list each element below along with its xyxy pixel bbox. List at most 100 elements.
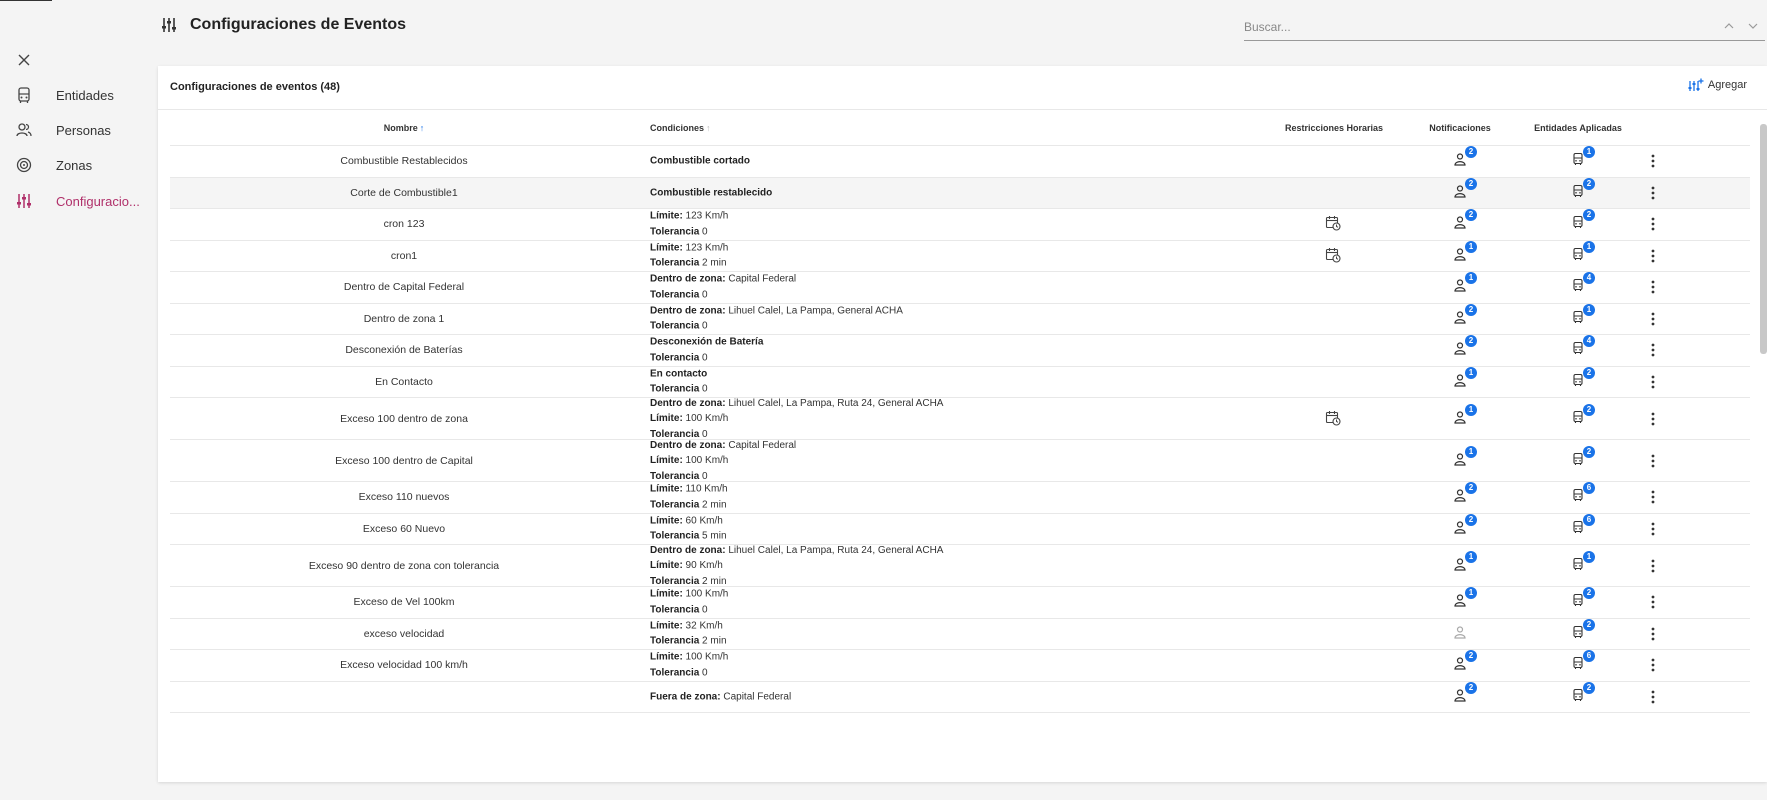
- notifications-button[interactable]: 1: [1453, 550, 1477, 575]
- row-actions-button[interactable]: [1646, 558, 1660, 574]
- event-name: cron 123: [383, 218, 425, 231]
- notifications-button[interactable]: 2: [1453, 513, 1477, 538]
- applied-entities-button[interactable]: 2: [1571, 209, 1595, 233]
- scrollbar[interactable]: [1760, 124, 1767, 354]
- table-row[interactable]: Dentro de Capital Federal Dentro de zona:…: [170, 272, 1750, 304]
- applied-entities-button[interactable]: 6: [1571, 650, 1595, 674]
- notifications-button[interactable]: [1453, 625, 1471, 643]
- applied-entities-button[interactable]: 2: [1571, 366, 1595, 391]
- notifications-button[interactable]: 1: [1453, 240, 1477, 265]
- table-row[interactable]: Corte de Combustible1 Combustible restabl…: [170, 177, 1750, 209]
- condition-line: Combustible cortado: [650, 154, 750, 170]
- applied-entities-button[interactable]: 1: [1571, 146, 1595, 170]
- applied-entities-button[interactable]: 6: [1571, 482, 1595, 506]
- row-actions-button[interactable]: [1646, 374, 1660, 390]
- search-prev-button[interactable]: [1722, 19, 1736, 33]
- applied-entities-button[interactable]: 2: [1571, 681, 1595, 706]
- row-actions-button[interactable]: [1646, 489, 1660, 505]
- notifications-button[interactable]: 2: [1453, 303, 1477, 328]
- table-row[interactable]: Fuera de zona: Capital Federal 2 2: [170, 681, 1750, 713]
- row-actions-button[interactable]: [1646, 279, 1660, 295]
- applied-entities-button[interactable]: 2: [1571, 177, 1595, 202]
- column-header-nombre[interactable]: Nombre ↑: [384, 123, 425, 133]
- table-row[interactable]: En Contacto En contacto Tolerancia 0 1 2: [170, 366, 1750, 398]
- sidebar-item-personas[interactable]: Personas: [0, 113, 150, 147]
- sidebar-item-entidades[interactable]: Entidades: [0, 78, 150, 112]
- table-row[interactable]: exceso velocidad Límite: 32 Km/h Toleranci…: [170, 618, 1750, 650]
- condition-line: Tolerancia 0: [650, 665, 728, 681]
- time-restriction-button[interactable]: [1325, 410, 1343, 428]
- column-header-condiciones[interactable]: Condiciones ↑: [650, 123, 711, 133]
- row-actions-button[interactable]: [1646, 185, 1660, 201]
- row-actions-button[interactable]: [1646, 248, 1660, 264]
- notifications-button[interactable]: 1: [1453, 366, 1477, 391]
- notifications-button[interactable]: 2: [1453, 177, 1477, 202]
- notifications-button[interactable]: 1: [1453, 445, 1477, 470]
- row-actions-button[interactable]: [1646, 657, 1660, 673]
- table-row[interactable]: Combustible Restablecidos Combustible cor…: [170, 146, 1750, 178]
- notifications-button[interactable]: 2: [1453, 146, 1477, 170]
- applied-entities-button[interactable]: 2: [1571, 618, 1595, 643]
- notifications-button[interactable]: 2: [1453, 650, 1477, 674]
- table-row[interactable]: Exceso 100 dentro de zona Dentro de zona:…: [170, 397, 1750, 440]
- time-restriction-button[interactable]: [1325, 247, 1343, 265]
- row-actions-button[interactable]: [1646, 342, 1660, 358]
- table-row[interactable]: cron 123 Límite: 123 Km/h Tolerancia 022: [170, 209, 1750, 241]
- table-row[interactable]: Exceso 90 dentro de zona con tolerancia D…: [170, 542, 1750, 587]
- applied-entities-button[interactable]: 2: [1571, 445, 1595, 470]
- notifications-button[interactable]: 1: [1453, 587, 1477, 611]
- table-row[interactable]: Exceso 110 nuevos Límite: 110 Km/h Toleran…: [170, 482, 1750, 514]
- sidebar: Entidades Personas Zonas Configuracio...: [0, 0, 150, 800]
- notifications-button[interactable]: 2: [1453, 209, 1477, 233]
- row-actions-button[interactable]: [1646, 626, 1660, 642]
- column-header-notificaciones[interactable]: Notificaciones: [1429, 123, 1491, 133]
- applied-entities-button[interactable]: 1: [1571, 240, 1595, 265]
- row-actions-button[interactable]: [1646, 594, 1660, 610]
- applied-entities-button[interactable]: 1: [1571, 550, 1595, 575]
- table-row[interactable]: Desconexión de Baterías Desconexión de Ba…: [170, 335, 1750, 367]
- event-configurations-card: Configuraciones de eventos (48) Agregar …: [158, 66, 1767, 782]
- column-header-entidades[interactable]: Entidades Aplicadas: [1534, 123, 1622, 133]
- condition-line: Dentro de zona: Lihuel Calel, La Pampa, …: [650, 542, 943, 558]
- row-actions-button[interactable]: [1646, 311, 1660, 327]
- applied-entities-button[interactable]: 4: [1571, 272, 1595, 296]
- applied-entities-button[interactable]: 2: [1571, 403, 1595, 428]
- applied-entities-button[interactable]: 1: [1571, 303, 1595, 328]
- table-row[interactable]: Exceso velocidad 100 km/h Límite: 100 Km/…: [170, 650, 1750, 682]
- condition-value: 100 Km/h: [682, 454, 729, 466]
- card-header: Configuraciones de eventos (48) Agregar: [158, 66, 1767, 110]
- sidebar-item-zonas[interactable]: Zonas: [0, 148, 150, 182]
- table-row[interactable]: Exceso 100 dentro de Capital Dentro de zo…: [170, 439, 1750, 482]
- notifications-button[interactable]: 2: [1453, 482, 1477, 506]
- time-restriction-button[interactable]: [1325, 215, 1343, 233]
- notifications-button[interactable]: 2: [1453, 681, 1477, 706]
- condition-key: Tolerancia: [650, 352, 700, 364]
- table-row[interactable]: Exceso de Vel 100km Límite: 100 Km/h Toler…: [170, 587, 1750, 619]
- notifications-button[interactable]: 1: [1453, 272, 1477, 296]
- applied-entities-button[interactable]: 2: [1571, 587, 1595, 611]
- search-next-button[interactable]: [1746, 19, 1760, 33]
- row-actions-button[interactable]: [1646, 411, 1660, 427]
- notifications-button[interactable]: 1: [1453, 403, 1477, 428]
- row-actions-button[interactable]: [1646, 689, 1660, 705]
- applied-entities-button[interactable]: 4: [1571, 335, 1595, 359]
- add-button[interactable]: Agregar: [1688, 78, 1747, 92]
- search-input[interactable]: [1244, 14, 1714, 40]
- notifications-button[interactable]: 2: [1453, 335, 1477, 359]
- close-sidebar-button[interactable]: [14, 50, 34, 70]
- event-name: Dentro de zona 1: [363, 312, 445, 325]
- condition-key: Límite:: [650, 242, 683, 254]
- condition-key: Tolerancia: [650, 667, 700, 679]
- table-row[interactable]: cron1 Límite: 123 Km/h Tolerancia 2 min 1 1: [170, 240, 1750, 272]
- row-actions-button[interactable]: [1646, 521, 1660, 537]
- sliders-icon: [17, 194, 31, 208]
- column-header-restricciones[interactable]: Restricciones Horarias: [1285, 123, 1383, 133]
- table-row[interactable]: Exceso 60 Nuevo Límite: 60 Km/h Tolerancia…: [170, 513, 1750, 545]
- condition-key: En contacto: [650, 368, 708, 380]
- row-actions-button[interactable]: [1646, 216, 1660, 232]
- applied-entities-button[interactable]: 6: [1571, 513, 1595, 538]
- table-row[interactable]: Dentro de zona 1 Dentro de zona: Lihuel C…: [170, 303, 1750, 335]
- row-actions-button[interactable]: [1646, 153, 1660, 169]
- row-actions-button[interactable]: [1646, 453, 1660, 469]
- sidebar-item-configuraciones[interactable]: Configuracio...: [0, 184, 150, 218]
